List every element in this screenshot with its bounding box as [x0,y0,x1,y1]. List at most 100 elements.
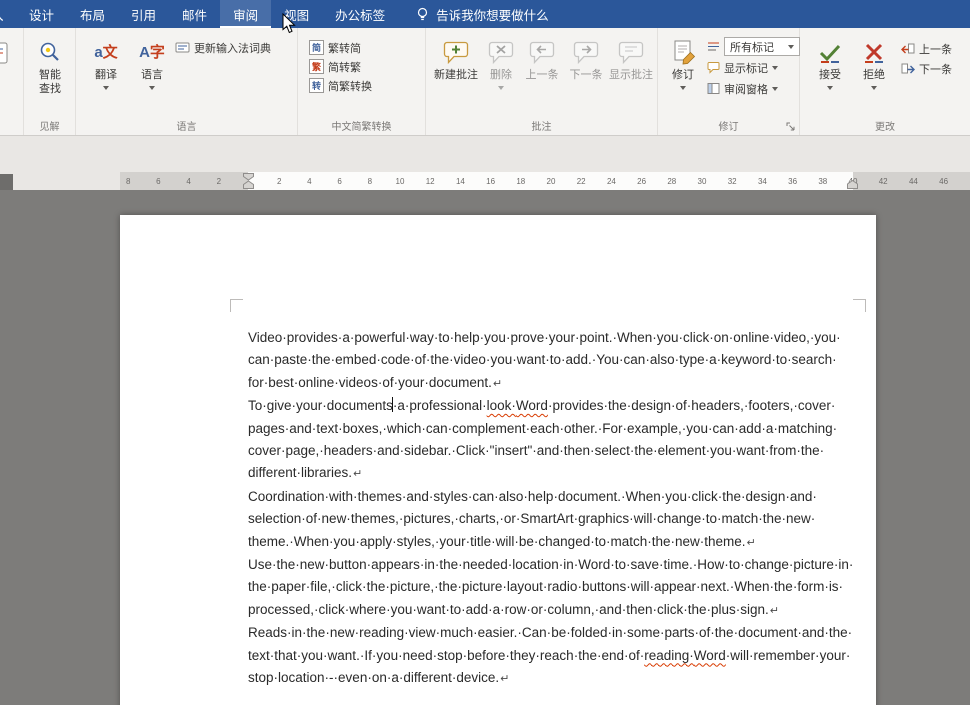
tab-layout[interactable]: 布局 [67,0,118,28]
reviewing-pane-button[interactable]: 审阅窗格 [704,79,781,98]
language-button[interactable]: A字 语言 [132,31,172,119]
show-comments-button[interactable]: 显示批注 [606,31,656,119]
language-label: 语言 [141,69,163,83]
tab-mailings[interactable]: 邮件 [169,0,220,28]
reject-icon [861,36,887,69]
ime-dictionary-icon [175,40,190,55]
accept-icon [817,36,843,69]
paragraph[interactable]: Reads·in·the·new·reading·view·much·easie… [248,622,855,690]
ruler-number: 38 [818,177,827,186]
ribbon-tab-bar: 入 设计 布局 引用 邮件 审阅 视图 办公标签 告诉我你想要做什么 [0,0,970,28]
ruler-number: 28 [667,177,676,186]
smart-lookup-label-2: 查找 [39,83,61,97]
smart-lookup-button[interactable]: 智能 查找 [30,31,70,119]
lightbulb-icon [416,7,429,22]
ruler-number: 8 [126,177,130,186]
traditional-char-icon: 繁 [309,59,324,74]
dropdown-arrow-icon [772,87,778,91]
ruler-number: 32 [728,177,737,186]
simplified-to-traditional-button[interactable]: 繁 简转繁 [306,57,364,76]
misspelled-text: reading·Word [644,648,726,663]
new-comment-button[interactable]: 新建批注 [432,31,480,119]
ruler-number: 4 [307,177,311,186]
all-markup-icon [707,40,720,53]
previous-change-icon [901,42,915,56]
paragraph-mark-icon: ↵ [353,468,362,480]
next-change-button[interactable]: 下一条 [898,59,955,78]
ruler-number: 18 [516,177,525,186]
ruler-number: 6 [156,177,160,186]
track-changes-icon [670,36,696,69]
new-comment-icon [442,36,470,69]
accept-button[interactable]: 接受 [810,31,850,119]
ruler-number: 46 [939,177,948,186]
show-markup-button[interactable]: 显示标记 [704,58,781,77]
dropdown-arrow-icon [827,86,833,90]
dropdown-arrow-icon [871,86,877,90]
document-text[interactable]: Video·provides·a·powerful·way·to·help·yo… [248,327,855,691]
page[interactable]: Video·provides·a·powerful·way·to·help·yo… [120,215,876,705]
dropdown-arrow-icon [103,86,109,90]
horizontal-ruler[interactable]: 8642246810121416182022242628303234363840… [120,172,970,190]
ruler-number: 6 [337,177,341,186]
dropdown-arrow-icon [149,86,155,90]
ruler-number: 16 [486,177,495,186]
reviewing-pane-label: 审阅窗格 [724,81,768,97]
margin-corner-mark [853,299,866,312]
ruler-number: 34 [758,177,767,186]
ribbon-group-comments: 新建批注 删除 上一条 下一条 [426,28,658,135]
group-label-tracking: 修订 [658,118,799,133]
reject-button[interactable]: 拒绝 [854,31,894,119]
tab-clipped-insert[interactable]: 入 [0,0,16,28]
ruler-number: 2 [217,177,221,186]
paragraph[interactable]: Coordination·with·themes·and·styles·can·… [248,486,855,554]
ruler-row: 8642246810121416182022242628303234363840… [0,172,970,190]
ruler-number: 12 [426,177,435,186]
display-for-review-combo[interactable]: 所有标记 [704,37,803,56]
mouse-cursor [282,13,296,34]
next-comment-icon [572,36,600,69]
indent-markers-icon[interactable] [243,173,254,189]
show-comments-label: 显示批注 [609,69,653,83]
tab-review[interactable]: 审阅 [220,0,271,28]
ribbon-group-tracking: 修订 所有标记 显示标记 [658,28,800,135]
clipped-button[interactable] [0,31,18,119]
ruler-number: 36 [788,177,797,186]
update-ime-dictionary-button[interactable]: 更新输入法词典 [172,38,274,57]
next-comment-button[interactable]: 下一条 [566,31,606,119]
simplified-char-icon: 简 [309,40,324,55]
next-comment-label: 下一条 [570,69,603,83]
ruler-number: 22 [577,177,586,186]
previous-comment-button[interactable]: 上一条 [522,31,562,119]
paragraph[interactable]: Video·provides·a·powerful·way·to·help·yo… [248,327,855,395]
tell-me-box[interactable]: 告诉我你想要做什么 [404,0,561,28]
paragraph[interactable]: Use·the·new·button·appears·in·the·needed… [248,554,855,622]
document-area[interactable]: Video·provides·a·powerful·way·to·help·yo… [0,190,970,705]
tab-office-tab[interactable]: 办公标签 [322,0,398,28]
convert-button[interactable]: 转 简繁转换 [306,76,375,95]
ribbon: 智能 查找 见解 a文 翻译 A字 语言 [0,28,970,136]
ruler-number: 8 [368,177,372,186]
traditional-to-simplified-button[interactable]: 简 繁转简 [306,38,364,57]
tab-references[interactable]: 引用 [118,0,169,28]
ruler-number: 26 [637,177,646,186]
dropdown-arrow-icon [680,86,686,90]
track-changes-label: 修订 [672,69,694,83]
translate-icon: a文 [94,36,117,69]
translate-button[interactable]: a文 翻译 [86,31,126,119]
reviewing-pane-icon [707,82,720,95]
all-markup-select[interactable]: 所有标记 [724,37,800,56]
tab-view[interactable]: 视图 [271,0,322,28]
show-markup-icon [707,61,720,74]
ribbon-group-changes: 接受 拒绝 上一条 下一条 更改 [800,28,970,135]
delete-comment-button[interactable]: 删除 [484,31,518,119]
group-label-insights: 见解 [24,118,75,133]
right-indent-marker-icon[interactable] [847,180,858,189]
ruler-number: 2 [277,177,281,186]
paragraph[interactable]: To·give·your·documents·a·professional·lo… [248,395,855,486]
ribbon-group-clipped [0,28,24,135]
previous-change-button[interactable]: 上一条 [898,39,955,58]
tell-me-label: 告诉我你想要做什么 [436,5,549,24]
track-changes-button[interactable]: 修订 [664,31,702,119]
tab-design[interactable]: 设计 [16,0,67,28]
